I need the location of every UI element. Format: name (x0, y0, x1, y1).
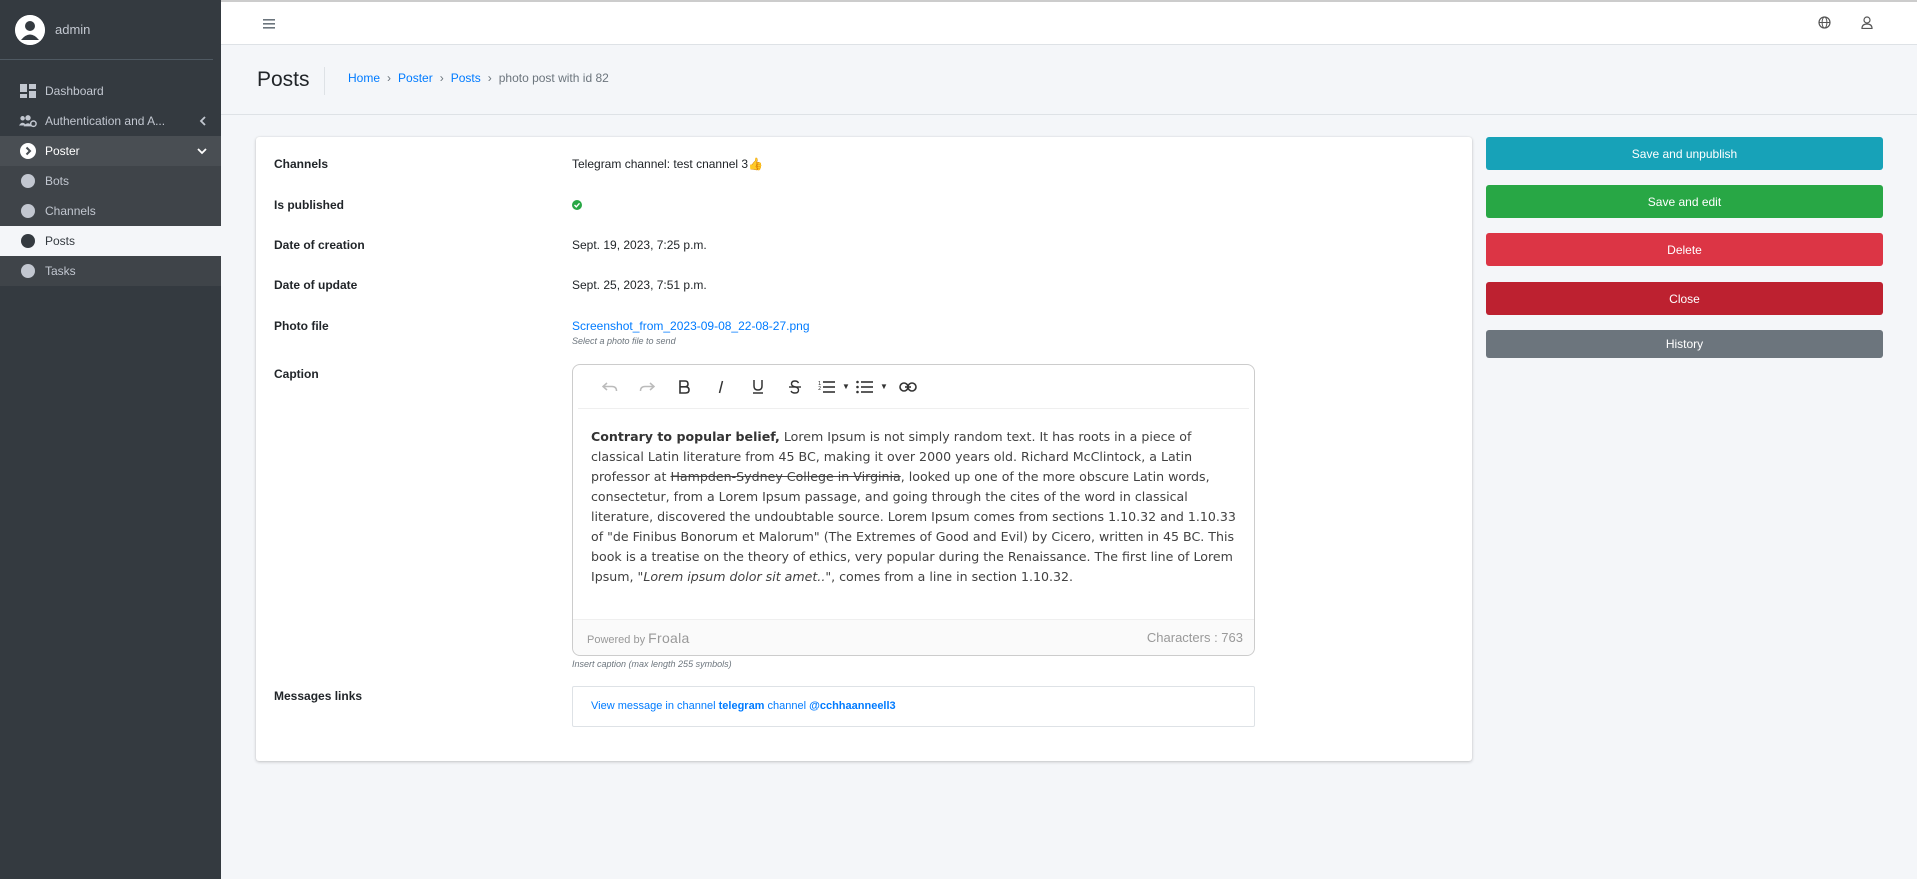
globe-icon[interactable] (1818, 16, 1831, 34)
froala-logo: Froala (648, 630, 690, 646)
caption-editor: 12 ▼ ▼ Contrary to popular belief, Lorem… (572, 364, 1255, 656)
user-icon[interactable] (1861, 16, 1873, 34)
messages-label: Messages links (274, 689, 363, 703)
caret-down-icon[interactable]: ▼ (879, 372, 889, 402)
link-icon[interactable] (889, 372, 926, 402)
sidebar-item-bots[interactable]: Bots (0, 166, 221, 196)
sidebar-item-channels[interactable]: Channels (0, 196, 221, 226)
created-label: Date of creation (274, 238, 365, 252)
sidebar-item-label: Dashboard (45, 84, 104, 98)
bold-icon[interactable] (665, 372, 702, 402)
hamburger-menu-icon[interactable] (263, 16, 275, 34)
powered-by-text: Powered by (587, 634, 646, 646)
sidebar-item-label: Poster (45, 144, 80, 158)
sidebar-item-posts[interactable]: Posts (0, 226, 221, 256)
editor-strike-text: Hampden-Sydney College in Virginia (670, 469, 901, 484)
link-bold-text: @cchhaanneell3 (809, 700, 896, 712)
created-value: Sept. 19, 2023, 7:25 p.m. (572, 238, 707, 252)
editor-text: , looked up one of the more obscure Lati… (591, 469, 1236, 584)
post-detail-card: Channels Telegram channel: test cnannel … (256, 137, 1472, 761)
undo-icon[interactable] (591, 372, 628, 402)
breadcrumb: Home › Poster › Posts › photo post with … (348, 71, 609, 85)
character-count: Characters : 763 (1146, 630, 1243, 645)
users-cog-icon (19, 114, 37, 128)
user-panel[interactable]: admin (0, 0, 213, 60)
link-text: View message in channel (591, 700, 719, 712)
strikethrough-icon[interactable] (776, 372, 813, 402)
sidebar-item-label: Authentication and A... (45, 114, 166, 128)
caret-down-icon[interactable]: ▼ (841, 372, 851, 402)
underline-icon[interactable] (739, 372, 776, 402)
chevron-left-icon (199, 106, 207, 136)
updated-label: Date of update (274, 278, 358, 292)
save-unpublish-button[interactable]: Save and unpublish (1486, 137, 1883, 170)
powered-by[interactable]: Powered by Froala (587, 630, 690, 646)
link-text: channel (764, 700, 810, 712)
photo-label: Photo file (274, 319, 329, 333)
unordered-list-icon[interactable] (851, 372, 879, 402)
editor-text: ", comes from a line in section 1.10.32. (825, 569, 1074, 584)
channels-value: Telegram channel: test cnannel 3👍 (572, 157, 764, 171)
circle-icon (19, 264, 37, 278)
save-edit-button[interactable]: Save and edit (1486, 185, 1883, 218)
sidebar-item-label: Channels (45, 204, 96, 218)
sidebar-item-label: Posts (45, 234, 76, 248)
sidebar: admin Dashboard Authentication and A... … (0, 0, 221, 879)
breadcrumb-posts[interactable]: Posts (451, 71, 481, 85)
channels-label: Channels (274, 157, 329, 171)
dashboard-icon (19, 84, 37, 98)
check-circle-icon (572, 199, 582, 213)
breadcrumb-poster[interactable]: Poster (398, 71, 433, 85)
sidebar-item-label: Tasks (45, 264, 76, 278)
circle-icon (19, 174, 37, 188)
page-title: Posts (257, 67, 325, 95)
editor-bold-text: Contrary to popular belief, (591, 429, 780, 444)
top-navbar (221, 0, 1917, 45)
updated-value: Sept. 25, 2023, 7:51 p.m. (572, 278, 707, 292)
redo-icon[interactable] (628, 372, 665, 402)
sidebar-nav: Dashboard Authentication and A... Poster… (0, 76, 221, 286)
editor-italic-text: Lorem ipsum dolor sit amet.. (643, 569, 826, 584)
close-button[interactable]: Close (1486, 282, 1883, 315)
sidebar-item-poster[interactable]: Poster (0, 136, 221, 166)
user-name: admin (55, 22, 91, 37)
breadcrumb-home[interactable]: Home (348, 71, 380, 85)
editor-toolbar: 12 ▼ ▼ (578, 365, 1249, 409)
italic-icon[interactable] (702, 372, 739, 402)
chevron-down-icon (197, 136, 207, 166)
breadcrumb-current: photo post with id 82 (498, 71, 609, 85)
ordered-list-icon[interactable]: 12 (813, 372, 841, 402)
history-button[interactable]: History (1486, 330, 1883, 358)
view-message-link[interactable]: View message in channel telegram channel… (591, 700, 896, 712)
sidebar-item-dashboard[interactable]: Dashboard (0, 76, 221, 106)
published-label: Is published (274, 198, 345, 212)
photo-help-text: Select a photo file to send (572, 336, 676, 346)
circle-icon (19, 234, 37, 248)
message-link-box: View message in channel telegram channel… (572, 686, 1255, 727)
sidebar-item-label: Bots (45, 174, 70, 188)
sidebar-item-authentication[interactable]: Authentication and A... (0, 106, 221, 136)
content-header: Posts Home › Poster › Posts › photo post… (221, 45, 1917, 115)
delete-button[interactable]: Delete (1486, 233, 1883, 266)
caption-label: Caption (274, 367, 319, 381)
user-avatar-icon (15, 14, 45, 45)
editor-content[interactable]: Contrary to popular belief, Lorem Ipsum … (591, 427, 1241, 587)
link-bold-text: telegram (718, 700, 765, 712)
caption-help-text: Insert caption (max length 255 symbols) (572, 659, 732, 669)
editor-footer: Powered by Froala Characters : 763 (573, 619, 1254, 655)
svg-text:2: 2 (818, 386, 821, 392)
photo-file-link[interactable]: Screenshot_from_2023-09-08_22-08-27.png (572, 319, 810, 333)
sidebar-item-tasks[interactable]: Tasks (0, 256, 221, 286)
chevron-circle-right-icon (19, 143, 37, 159)
circle-icon (19, 204, 37, 218)
